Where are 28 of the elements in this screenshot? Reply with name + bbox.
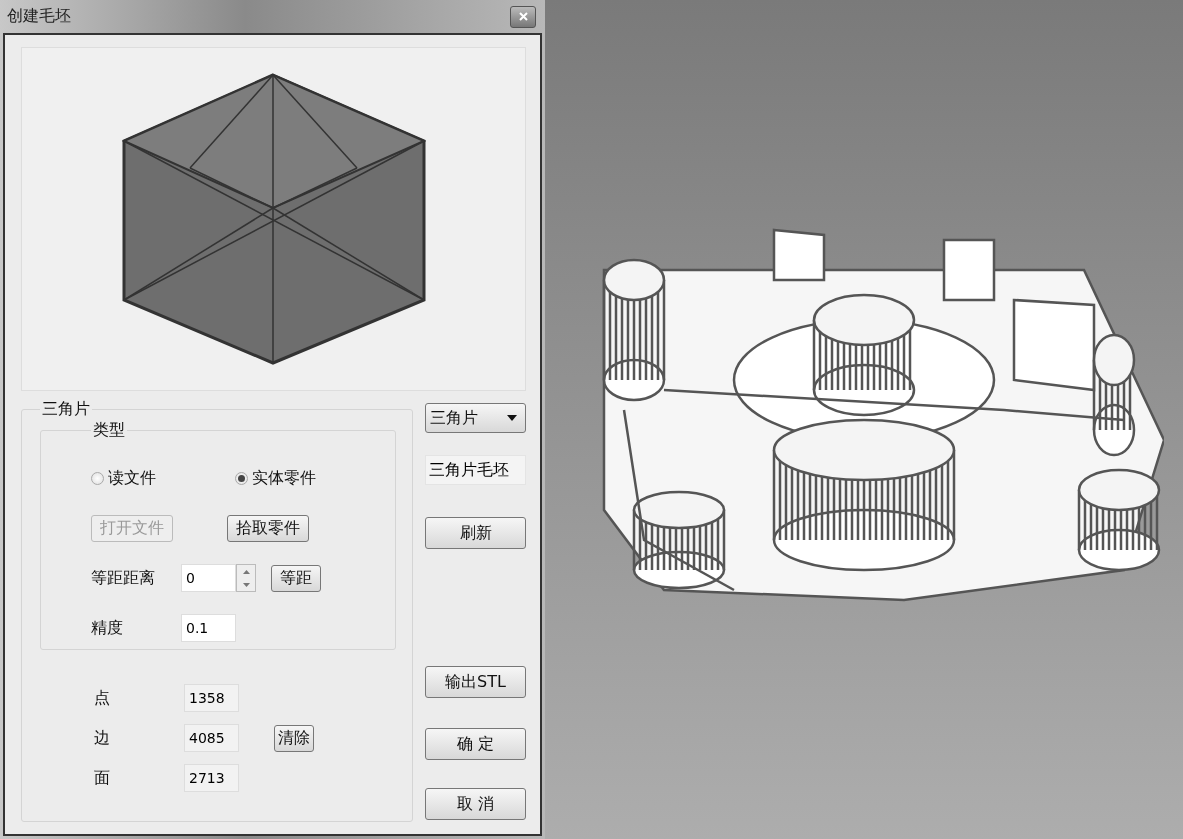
stat-label: 边 bbox=[94, 727, 111, 749]
ok-button[interactable]: 确 定 bbox=[425, 728, 526, 760]
field-label: 精度 bbox=[91, 617, 124, 639]
input-field[interactable]: 0 bbox=[181, 564, 236, 592]
dropdown[interactable]: 三角片 bbox=[425, 403, 526, 433]
clear-button[interactable]: 清除 bbox=[274, 724, 314, 752]
refresh-button[interactable]: 刷新 bbox=[425, 517, 526, 549]
radio-option[interactable]: 实体零件 bbox=[235, 467, 379, 489]
radio-option[interactable]: 读文件 bbox=[91, 467, 235, 489]
stat-field[interactable]: 1358 bbox=[184, 684, 239, 712]
stat-field[interactable]: 4085 bbox=[184, 724, 239, 752]
field-label: 等距距离 bbox=[91, 567, 156, 589]
caret-icon bbox=[507, 415, 517, 421]
window-title: 创建毛坯 bbox=[7, 6, 71, 27]
name-field[interactable]: 三角片毛坯 bbox=[425, 455, 526, 485]
stat-label: 点 bbox=[94, 687, 111, 709]
close-icon bbox=[518, 12, 528, 21]
stat-label: 面 bbox=[94, 767, 111, 789]
group-title: 类型 bbox=[92, 420, 126, 441]
cancel-button[interactable]: 取 消 bbox=[425, 788, 526, 820]
input-field[interactable]: 0.1 bbox=[181, 614, 236, 642]
export-button[interactable]: 输出STL bbox=[425, 666, 526, 698]
close-button[interactable] bbox=[510, 5, 536, 28]
action-button[interactable]: 拾取零件 bbox=[227, 514, 309, 542]
offset-button[interactable]: 等距 bbox=[271, 564, 321, 592]
spinner[interactable] bbox=[236, 564, 256, 592]
group-title: 三角片 bbox=[41, 399, 91, 420]
stat-field[interactable]: 2713 bbox=[184, 764, 239, 792]
